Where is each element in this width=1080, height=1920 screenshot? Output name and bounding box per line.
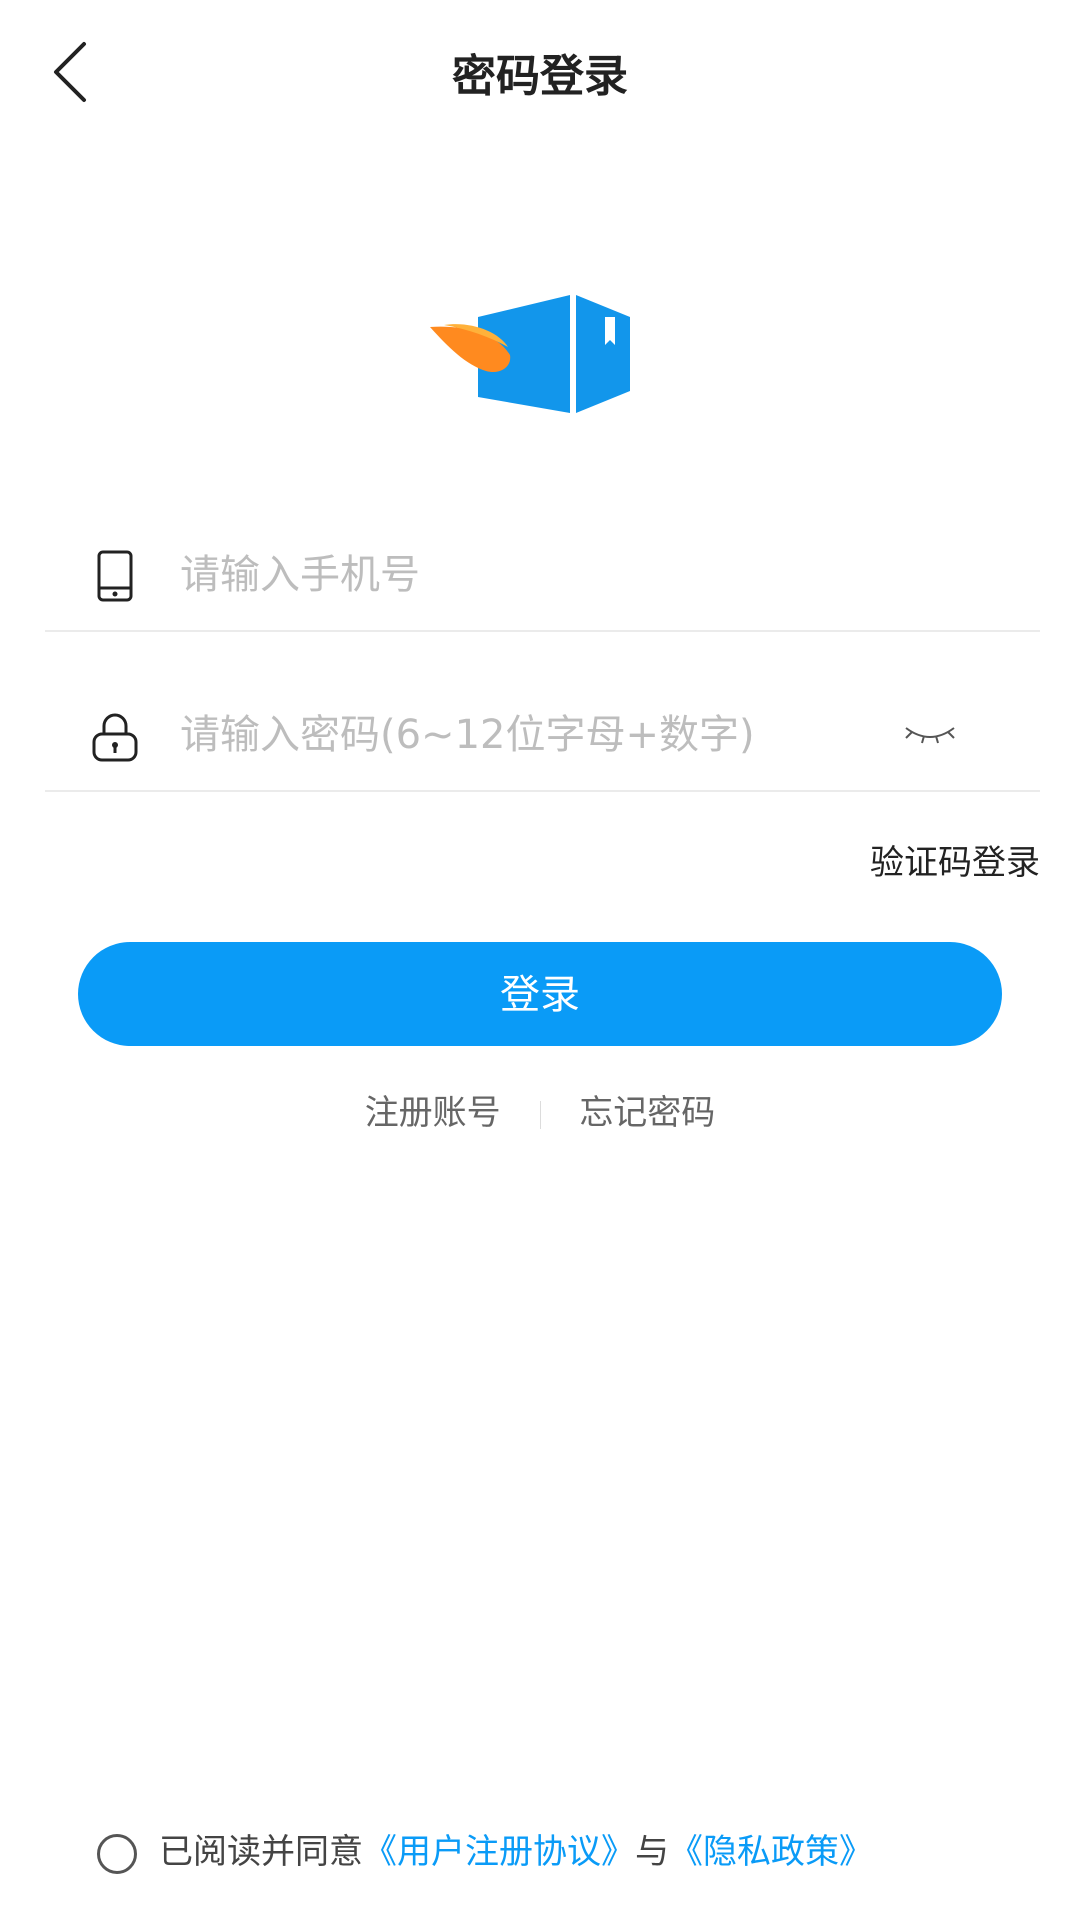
eye-closed-icon[interactable] bbox=[900, 712, 960, 758]
app-logo bbox=[430, 295, 630, 420]
agreement-prefix: 已阅读并同意 bbox=[159, 1832, 363, 1872]
phone-field bbox=[45, 520, 1040, 632]
phone-icon bbox=[90, 548, 140, 604]
page-title: 密码登录 bbox=[452, 51, 628, 102]
agreement-row: 已阅读并同意《用户注册协议》与《隐私政策》 bbox=[97, 1827, 873, 1877]
privacy-policy-link[interactable]: 《隐私政策》 bbox=[669, 1832, 873, 1872]
login-button[interactable]: 登录 bbox=[78, 942, 1002, 1046]
account-links: 注册账号 忘记密码 bbox=[0, 1085, 1080, 1135]
phone-input[interactable] bbox=[180, 520, 900, 630]
agreement-checkbox[interactable] bbox=[97, 1833, 137, 1874]
sms-code-login-link[interactable]: 验证码登录 bbox=[870, 835, 1040, 884]
password-input[interactable] bbox=[180, 680, 900, 790]
user-agreement-link[interactable]: 《用户注册协议》 bbox=[363, 1832, 635, 1872]
box-with-wing-logo bbox=[430, 295, 630, 415]
password-field bbox=[45, 680, 1040, 792]
forgot-password-link[interactable]: 忘记密码 bbox=[579, 1093, 715, 1133]
header: 密码登录 bbox=[0, 0, 1080, 140]
divider bbox=[539, 1100, 541, 1129]
register-link[interactable]: 注册账号 bbox=[365, 1093, 501, 1133]
agreement-and: 与 bbox=[635, 1832, 669, 1872]
lock-icon bbox=[90, 708, 140, 764]
